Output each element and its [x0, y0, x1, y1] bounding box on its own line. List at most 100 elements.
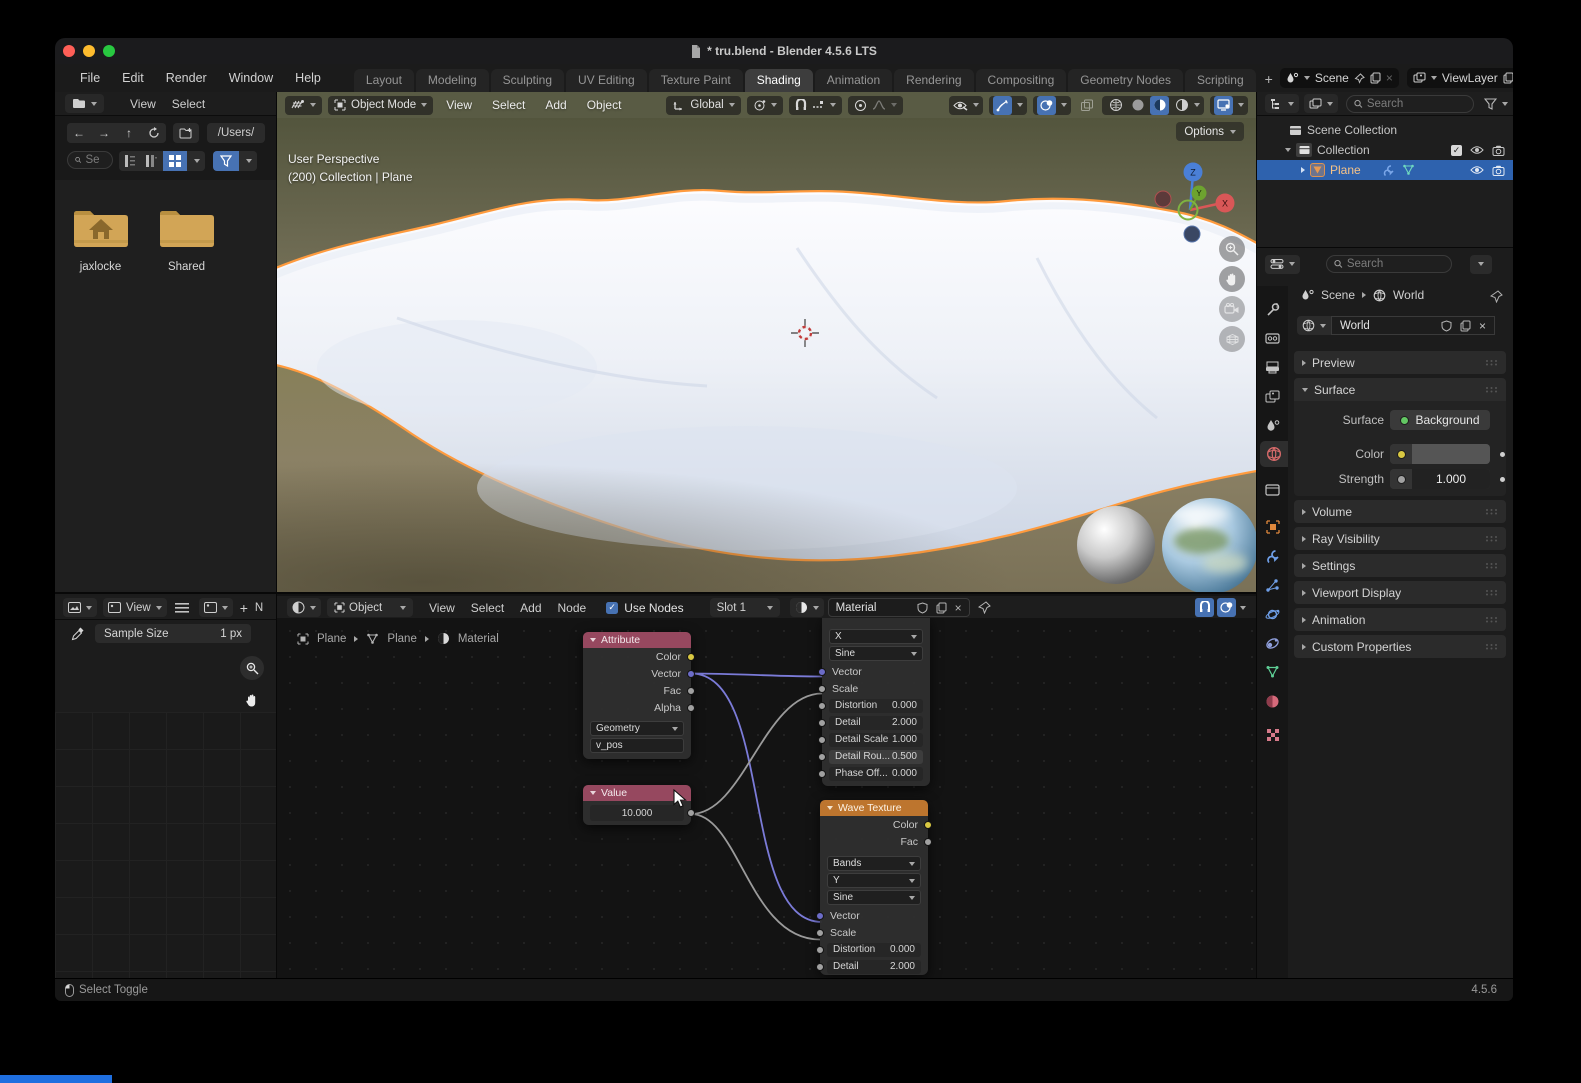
se-menu-select[interactable]: Select	[463, 601, 512, 615]
outliner-item-plane[interactable]: Plane	[1257, 160, 1513, 180]
node-wave-texture[interactable]: Wave Texture Color Fac Bands Y Sine Vect…	[820, 800, 928, 975]
shading-solid-icon[interactable]	[1128, 96, 1147, 115]
tab-render[interactable]	[1257, 325, 1288, 351]
properties-search[interactable]	[1326, 255, 1452, 273]
viewlayer-name[interactable]: ViewLayer	[1442, 71, 1498, 85]
wave-profile-select[interactable]: Sine	[827, 890, 921, 905]
input-socket-phase-offset[interactable]	[818, 770, 826, 778]
attribute-name-field[interactable]: v_pos	[590, 738, 684, 753]
outliner-search-input[interactable]	[1367, 98, 1466, 110]
vp-camera-view-button[interactable]	[1219, 296, 1245, 322]
unlink-world-icon[interactable]: ×	[1479, 319, 1486, 333]
show-overlays-toggle[interactable]	[1033, 96, 1071, 115]
pin-icon[interactable]	[1354, 73, 1365, 84]
output-socket-color[interactable]	[687, 653, 695, 661]
viewport-canvas[interactable]: User Perspective (200) Collection | Plan…	[277, 118, 1256, 592]
object-visibility-toggle[interactable]	[949, 96, 983, 115]
ie-image-selector[interactable]	[199, 598, 233, 617]
menu-help[interactable]: Help	[284, 64, 332, 92]
workspace-tab-geometry-nodes[interactable]: Geometry Nodes	[1068, 69, 1183, 92]
editor-type-image-editor[interactable]	[63, 598, 97, 617]
se-overlays-toggle[interactable]	[1217, 598, 1236, 617]
menu-render[interactable]: Render	[155, 64, 218, 92]
mode-selector[interactable]: Object Mode	[328, 96, 433, 115]
scene-name[interactable]: Scene	[1315, 71, 1349, 85]
properties-options-chevron[interactable]	[1470, 255, 1492, 274]
fb-forward-button[interactable]: →	[92, 123, 116, 143]
proportional-editing[interactable]	[848, 96, 903, 115]
input-socket-scale[interactable]	[816, 929, 824, 937]
color-swatch[interactable]	[1412, 444, 1490, 464]
workspace-tab-texture-paint[interactable]: Texture Paint	[649, 69, 743, 92]
tab-material[interactable]	[1257, 688, 1288, 714]
world-browse-selector[interactable]	[1297, 316, 1331, 335]
tab-output[interactable]	[1257, 354, 1288, 380]
fb-menu-select[interactable]: Select	[164, 97, 213, 111]
ie-pan-hand-button[interactable]	[240, 688, 264, 712]
output-socket-fac[interactable]	[924, 838, 932, 846]
disable-render-camera-icon[interactable]	[1492, 165, 1505, 176]
shading-rendered-icon[interactable]	[1172, 96, 1191, 115]
node-attribute[interactable]: Attribute Color Vector Fac Alpha Geometr…	[583, 632, 691, 759]
transform-orientation-selector[interactable]: Global	[666, 96, 740, 115]
new-scene-icon[interactable]	[1370, 72, 1381, 84]
gizmo-minus-x[interactable]	[1155, 191, 1171, 207]
breadcrumb-world[interactable]: World	[1393, 288, 1424, 302]
collection-checkbox[interactable]: ✓	[1451, 145, 1462, 156]
add-workspace-button[interactable]: +	[1258, 67, 1280, 92]
viewlayer-browse-chevron[interactable]	[1431, 76, 1437, 80]
properties-search-input[interactable]	[1347, 258, 1444, 270]
input-socket-detail-roughness[interactable]	[818, 753, 826, 761]
wave-axis-select[interactable]: Y	[827, 873, 921, 888]
tab-view-layer[interactable]	[1257, 383, 1288, 409]
fb-filter-icon[interactable]	[213, 151, 239, 171]
disable-render-camera-icon[interactable]	[1492, 145, 1505, 156]
menu-file[interactable]: File	[69, 64, 111, 92]
panel-volume[interactable]: Volume	[1294, 500, 1506, 523]
tab-scene[interactable]	[1257, 412, 1288, 438]
wave-upper-profile-select[interactable]: Sine	[829, 646, 923, 661]
se-snapping-toggle[interactable]	[1195, 598, 1214, 617]
editor-type-properties[interactable]	[1265, 255, 1300, 274]
strength-keyframe-dot[interactable]	[1500, 477, 1505, 482]
input-socket-distortion[interactable]	[818, 702, 826, 710]
vp-menu-view[interactable]: View	[439, 98, 479, 112]
panel-animation[interactable]: Animation	[1294, 608, 1506, 631]
workspace-tab-sculpting[interactable]: Sculpting	[491, 69, 564, 92]
outliner-filter-funnel-icon[interactable]	[1484, 98, 1497, 110]
input-socket-vector[interactable]	[818, 668, 826, 676]
workspace-tab-compositing[interactable]: Compositing	[976, 69, 1067, 92]
xray-toggle[interactable]	[1077, 96, 1096, 115]
panel-ray-visibility[interactable]: Ray Visibility	[1294, 527, 1506, 550]
vp-toggle-ortho-button[interactable]	[1219, 326, 1245, 352]
wave-type-select[interactable]: Bands	[827, 856, 921, 871]
fb-menu-view[interactable]: View	[122, 97, 164, 111]
panel-preview[interactable]: Preview	[1294, 351, 1506, 374]
node-wave-texture-upper[interactable]: X Sine Vector Scale Distortion0.000 Deta…	[822, 618, 930, 786]
use-nodes-checkbox[interactable]: ✓ Use Nodes	[606, 601, 683, 615]
render-pass-selector[interactable]	[1210, 96, 1248, 115]
scene-browse-chevron[interactable]	[1304, 76, 1310, 80]
tab-world[interactable]	[1260, 441, 1288, 467]
menu-window[interactable]: Window	[218, 64, 284, 92]
tab-object[interactable]	[1257, 514, 1288, 540]
material-slot-selector[interactable]: Slot 1	[710, 598, 780, 617]
fb-path-field[interactable]: /Users/	[207, 123, 265, 143]
ie-view-menu[interactable]: View	[103, 598, 167, 617]
fb-refresh-button[interactable]	[142, 123, 166, 143]
tab-tool[interactable]	[1257, 296, 1288, 322]
strength-field[interactable]: 1.000	[1390, 469, 1490, 489]
navigation-gizmo[interactable]: Y Z X	[1130, 146, 1240, 250]
hide-eye-icon[interactable]	[1470, 165, 1484, 175]
color-keyframe-dot[interactable]	[1500, 452, 1505, 457]
breadcrumb-scene[interactable]: Scene	[1321, 288, 1355, 302]
fb-view-list-vertical-icon[interactable]	[119, 151, 140, 171]
eyedropper-icon[interactable]	[71, 626, 85, 641]
copy-world-icon[interactable]	[1460, 320, 1471, 332]
fb-display-settings-chevron[interactable]	[188, 151, 205, 171]
outliner-display-mode[interactable]	[1265, 94, 1299, 113]
output-socket-color[interactable]	[924, 821, 932, 829]
snapping-controls[interactable]	[789, 96, 842, 115]
workspace-tab-uv-editing[interactable]: UV Editing	[566, 69, 647, 92]
input-socket-detail-scale[interactable]	[818, 736, 826, 744]
